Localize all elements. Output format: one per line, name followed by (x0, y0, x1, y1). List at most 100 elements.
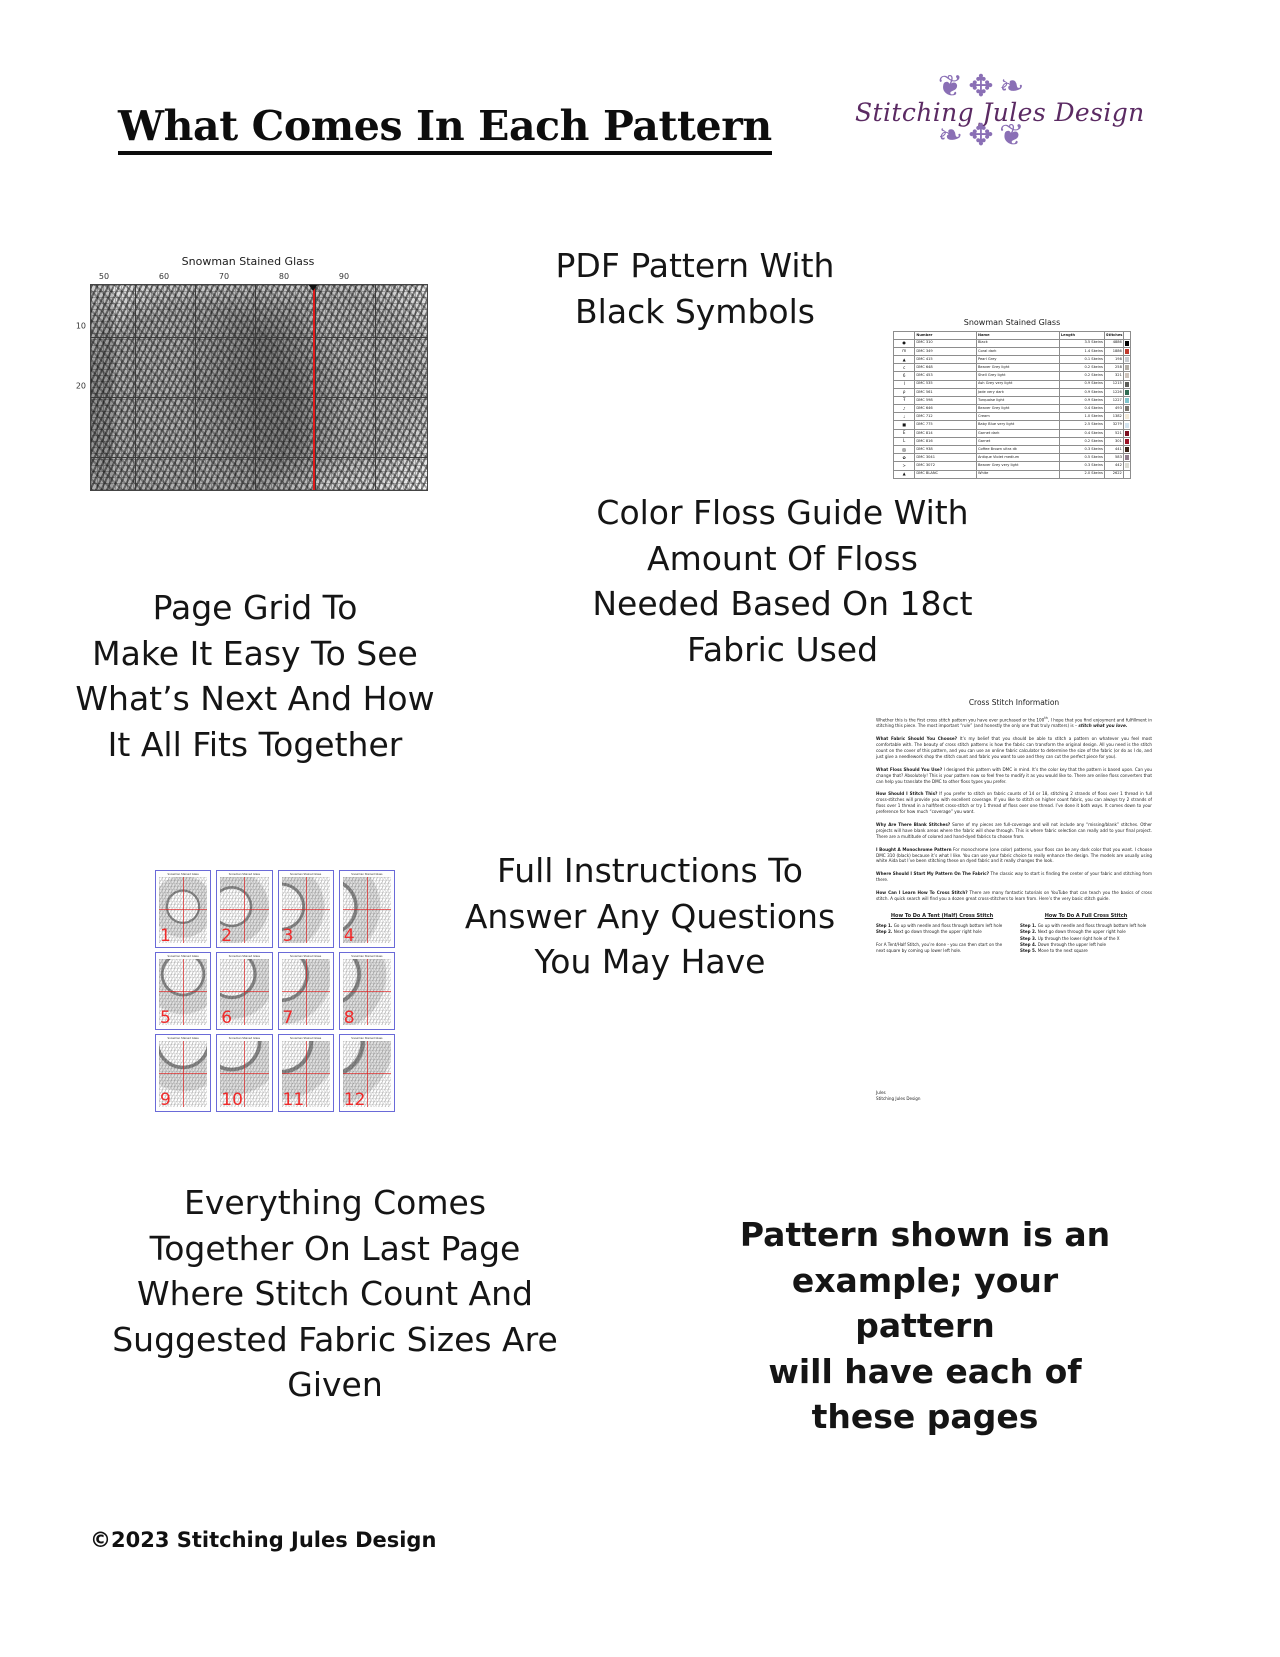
floss-color-swatch (1122, 387, 1132, 397)
tent-stitch-note: For A Tent/Half Stitch, you’re done - yo… (876, 941, 1003, 953)
floss-symbol: ● (892, 338, 916, 348)
floss-symbol: I (892, 379, 916, 389)
chart-x-tick: 60 (158, 272, 170, 281)
table-row: ρ DMC 561 Jade very dark 0.9 Skeins 1226 (892, 387, 1132, 397)
floss-number: DMC 561 (914, 387, 977, 397)
page-grid-thumbnail: Snowman Stained Glass 3 (277, 870, 334, 948)
floss-length: 2.0 Skeins (1058, 469, 1105, 479)
thumbnail-number: 5 (160, 1008, 171, 1028)
floss-number: DMC 310 (914, 338, 977, 348)
table-row: ♪ DMC 646 Beaver Grey light 0.4 Skeins 493 (892, 404, 1132, 414)
floss-symbol: ✿ (892, 453, 916, 463)
table-row: L DMC 816 Garnet 0.2 Skeins 301 (892, 436, 1132, 447)
floss-number: DMC 3041 (914, 453, 977, 463)
floss-name: Shell Grey light (975, 371, 1060, 381)
floss-length: 0.5 Skeins (1058, 453, 1105, 463)
floss-number: DMC 712 (914, 412, 977, 422)
thumbnail-title: Snowman Stained Glass (167, 873, 199, 876)
floss-length: 0.3 Skeins (1058, 461, 1105, 471)
floss-color-swatch (1122, 371, 1132, 381)
floss-number: DMC 453 (914, 371, 977, 381)
floss-name: Antique Violet medium (975, 453, 1060, 463)
table-row: ▲ DMC 415 Pearl Grey 0.1 Skeins 198 (892, 354, 1132, 365)
chart-y-axis: 10 20 (68, 272, 88, 477)
thumbnail-number: 9 (160, 1090, 171, 1110)
table-column-header: Length (1058, 331, 1105, 340)
page-grid-thumbnail: Snowman Stained Glass 2 (216, 870, 273, 948)
floss-stitches: 493 (1103, 404, 1124, 414)
chart-grid (90, 284, 428, 491)
page-grid-thumbnail: Snowman Stained Glass 10 (216, 1034, 273, 1112)
floss-name: Coffee Brown ultra dk (975, 445, 1060, 455)
chart-symbols (91, 285, 427, 490)
table-row: 6 DMC 453 Shell Grey light 0.2 Skeins 321 (892, 371, 1132, 381)
chart-y-tick: 10 (75, 321, 86, 331)
floss-name: Pearl Grey (975, 354, 1060, 365)
floss-color-swatch (1122, 445, 1132, 455)
floss-length: 0.2 Skeins (1058, 363, 1105, 373)
floss-name: Coral dark (975, 346, 1060, 356)
floss-guide-table: Number Name Length Stitches ● DMC 310 Black 3.… (892, 331, 1132, 479)
copyright-notice: ©2023 Stitching Jules Design (90, 1528, 437, 1552)
floss-stitches: 258 (1103, 363, 1124, 373)
floss-color-swatch (1122, 461, 1132, 471)
table-column-header (1122, 331, 1132, 340)
stitch-step: Step 5. Move to the next square (1020, 948, 1088, 954)
pattern-info-page: What Comes In Each Pattern ❦ ✥ ❧ Stitchi… (0, 0, 1280, 1657)
floss-number: DMC 349 (914, 346, 977, 356)
floss-length: 0.9 Skeins (1058, 379, 1105, 389)
floss-symbol: m (892, 346, 916, 356)
floss-symbol: ρ (892, 387, 916, 397)
floss-length: 1.0 Skeins (1058, 412, 1105, 422)
page-grid-thumbnail: Snowman Stained Glass 5 (155, 952, 212, 1030)
instructions-section: How Can I Learn How To Cross Stitch? The… (876, 890, 1152, 901)
floss-length: 0.4 Skeins (1058, 404, 1105, 414)
thumbnail-number: 6 (221, 1008, 233, 1028)
table-column-header (892, 331, 916, 340)
instructions-section: I Bought A Monochrome Pattern For monoch… (876, 846, 1152, 864)
floss-color-swatch (1122, 404, 1132, 414)
table-row: ■ DMC 775 Baby Blue very light 2.5 Skeins 32… (892, 420, 1132, 430)
chart-x-tick: 50 (98, 272, 110, 281)
floss-length: 0.9 Skeins (1058, 387, 1105, 397)
floss-symbol: ■ (892, 420, 916, 430)
floss-stitches: 2622 (1103, 469, 1124, 479)
instructions-intro: Whether this is the first cross stitch p… (876, 716, 1152, 729)
thumbnail-title: Snowman Stained Glass (167, 955, 199, 958)
table-row: ● DMC 310 Black 3.5 Skeins 4886 (892, 338, 1132, 348)
blurb-color-floss: Color Floss Guide With Amount Of Floss Nee… (592, 493, 973, 669)
floss-stitches: 442 (1103, 461, 1124, 471)
floss-symbol: 6 (892, 371, 916, 381)
chart-x-tick: 90 (338, 272, 350, 281)
table-row: m DMC 349 Coral dark 1.4 Skeins 1886 (892, 346, 1132, 356)
thumbnail-title: Snowman Stained Glass (228, 955, 261, 958)
floss-stitches: 583 (1103, 453, 1124, 463)
floss-name: Jade very dark (975, 387, 1060, 397)
floss-length: 1.4 Skeins (1058, 346, 1105, 356)
table-row: Ŧ DMC 598 Turquoise light 0.9 Skeins 1227 (892, 395, 1132, 406)
floss-name: Garnet (975, 436, 1060, 447)
pattern-chart-preview: Snowman Stained Glass 50 60 70 80 90 10 20 (68, 255, 428, 495)
floss-length: 3.5 Skeins (1058, 338, 1105, 348)
instructions-title: Cross Stitch Information (968, 698, 1060, 707)
full-stitch-guide: How To Do A Full Cross Stitch Step 1. Go… (1020, 913, 1152, 955)
floss-color-swatch (1122, 436, 1132, 447)
floss-name: Beaver Grey very light (975, 461, 1060, 471)
floss-symbol: ♪ (892, 404, 916, 414)
blurb-pdf-pattern: PDF Pattern With Black Symbols (555, 246, 835, 331)
floss-number: DMC 648 (914, 363, 977, 373)
thumbnail-number: 1 (160, 926, 171, 946)
floss-symbol: ♩ (892, 412, 916, 422)
table-row: ✿ DMC 3041 Antique Violet medium 0.5 Skeins… (892, 453, 1132, 463)
table-row: > DMC 3072 Beaver Grey very light 0.3 Skein… (892, 461, 1132, 471)
floss-number: DMC 3072 (914, 461, 977, 471)
floss-number: DMC 938 (914, 445, 977, 455)
thumbnail-title: Snowman Stained Glass (228, 873, 261, 876)
floss-number: DMC 646 (914, 404, 977, 414)
chart-title: Snowman Stained Glass (181, 255, 315, 268)
chart-x-tick: 70 (218, 272, 230, 281)
page-grid-thumbnail: Snowman Stained Glass 9 (155, 1034, 212, 1112)
chart-center-line (313, 285, 315, 490)
page-grid-thumbnail: Snowman Stained Glass 6 (216, 952, 273, 1030)
page-grid-thumbnail: Snowman Stained Glass 8 (338, 952, 395, 1030)
